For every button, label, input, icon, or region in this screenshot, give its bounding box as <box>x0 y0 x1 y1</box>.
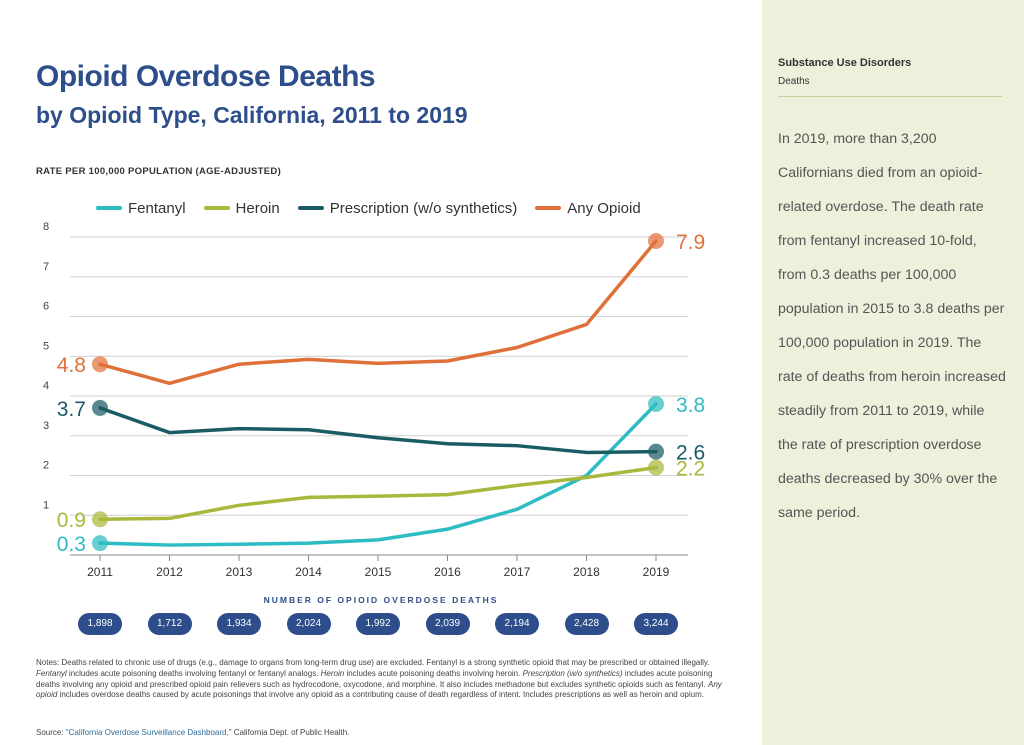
source-line: Source: "California Overdose Surveillanc… <box>36 728 349 737</box>
legend-swatch-prescription <box>297 206 324 210</box>
data-label-end-any-opioid: 7.9 <box>676 231 705 254</box>
notes-text-1: Notes: Deaths related to chronic use of … <box>36 658 710 667</box>
y-axis-caption: RATE PER 100,000 POPULATION (AGE-ADJUSTE… <box>36 166 282 177</box>
marker-end-fentanyl <box>648 395 664 412</box>
line-chart: 1 2 3 4 5 6 7 8 2011 2012 2013 2014 2015 2016 2017 2018… <box>43 221 705 579</box>
y-tick-label: 1 <box>43 499 49 511</box>
marker-start-heroin <box>92 511 108 528</box>
sidebar-summary: In 2019, more than 3,200 Californians di… <box>778 131 1006 521</box>
notes-text-2: includes acute poisoning deaths involvin… <box>66 668 321 678</box>
main-panel: Opioid Overdose Deaths by Opioid Type, C… <box>0 0 762 745</box>
x-tick-label: 2019 <box>643 565 670 579</box>
y-tick-label: 8 <box>43 221 49 233</box>
notes-term-fentanyl: Fentanyl <box>36 668 67 678</box>
overdose-deaths-pill: 1,992 <box>356 613 400 635</box>
legend-item-fentanyl: Fentanyl <box>96 200 186 217</box>
marker-end-heroin <box>648 459 664 476</box>
chart-subtitle: by Opioid Type, California, 2011 to 2019 <box>36 102 468 128</box>
marker-end-prescription <box>648 443 664 460</box>
y-tick-label: 7 <box>43 261 49 273</box>
overdose-deaths-pill: 2,039 <box>425 613 470 635</box>
x-tick-label: 2016 <box>434 565 461 579</box>
legend-label-any-opioid: Any Opioid <box>567 199 641 217</box>
y-tick-label: 6 <box>43 301 49 313</box>
sidebar-divider <box>778 96 1002 97</box>
overdose-deaths-pill: 3,244 <box>634 613 678 635</box>
notes-term-prescription: Prescription (w/o synthetics) <box>522 668 623 678</box>
marker-start-fentanyl <box>92 535 108 552</box>
legend-item-prescription: Prescription (w/o synthetics) <box>297 199 518 217</box>
series-line-any-opioid <box>98 239 658 386</box>
overdose-deaths-pill: 2,194 <box>495 613 539 635</box>
legend-label-prescription: Prescription (w/o synthetics) <box>329 199 518 217</box>
notes-term-heroin: Heroin <box>320 668 345 678</box>
source-prefix: Source: <box>36 728 66 737</box>
overdose-deaths-pill: 1,934 <box>217 613 261 635</box>
data-label-start-fentanyl: 0.3 <box>57 533 86 556</box>
marker-start-any-opioid <box>92 356 108 373</box>
x-tick-label: 2012 <box>156 565 183 579</box>
legend-swatch-heroin <box>203 206 230 210</box>
y-tick-label: 5 <box>43 340 49 352</box>
data-label-end-fentanyl: 3.8 <box>676 394 705 417</box>
source-suffix: California Dept. of Public Health. <box>231 728 350 737</box>
y-tick-label: 3 <box>43 420 49 432</box>
notes-text-5: includes overdose deaths caused by acute… <box>57 690 704 700</box>
overdose-deaths-pill: 1,712 <box>147 613 192 635</box>
series-line-prescription <box>98 406 658 455</box>
x-tick-label: 2017 <box>504 565 531 579</box>
overdose-deaths-title: NUMBER OF OPIOID OVERDOSE DEATHS <box>263 595 499 605</box>
notes-text-3: includes acute poisoning deaths involvin… <box>344 668 523 678</box>
overdose-deaths-pill: 2,428 <box>564 613 609 635</box>
chart-notes: Notes: Deaths related to chronic use of … <box>36 658 736 701</box>
x-tick-label: 2015 <box>365 565 392 579</box>
legend-swatch-any-opioid <box>535 206 562 210</box>
chart-legend: Fentanyl Heroin Prescription (w/o synthe… <box>96 198 659 218</box>
marker-end-any-opioid <box>648 232 664 249</box>
data-label-start-prescription: 3.7 <box>57 398 86 421</box>
x-tick-label: 2014 <box>295 565 322 579</box>
legend-item-any-opioid: Any Opioid <box>535 199 641 217</box>
sidebar-category: Substance Use Disorders <box>778 57 912 69</box>
legend-label-fentanyl: Fentanyl <box>128 199 186 217</box>
y-tick-label: 4 <box>43 380 49 392</box>
legend-item-heroin: Heroin <box>203 199 280 217</box>
marker-start-prescription <box>92 399 108 416</box>
chart-title: Opioid Overdose Deaths <box>36 60 376 93</box>
x-tick-label: 2013 <box>226 565 253 579</box>
x-tick-label: 2011 <box>87 565 113 579</box>
sidebar-topic: Deaths <box>778 76 810 87</box>
y-tick-label: 2 <box>43 460 49 472</box>
legend-label-heroin: Heroin <box>235 199 280 217</box>
source-link[interactable]: "California Overdose Surveillance Dashbo… <box>66 728 232 737</box>
x-tick-label: 2018 <box>573 565 600 579</box>
legend-swatch-fentanyl <box>96 206 122 210</box>
overdose-deaths-pill: 2,024 <box>286 613 331 635</box>
data-label-end-prescription: 2.6 <box>676 442 705 465</box>
series-line-fentanyl <box>98 402 658 547</box>
data-label-start-heroin: 0.9 <box>57 509 86 532</box>
data-label-start-any-opioid: 4.8 <box>57 354 86 377</box>
overdose-deaths-pill: 1,898 <box>78 613 122 635</box>
